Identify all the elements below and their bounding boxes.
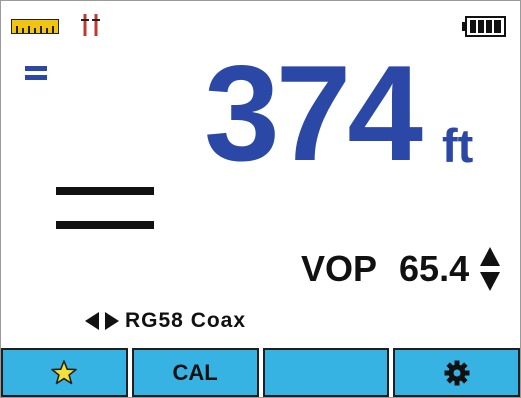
- cal-softkey[interactable]: CAL: [131, 348, 259, 397]
- softkey-bar: CAL: [1, 348, 520, 397]
- battery-full-icon: [462, 16, 506, 37]
- ruler-icon: [11, 19, 59, 34]
- gear-icon: [444, 360, 470, 385]
- cal-softkey-label: CAL: [172, 359, 218, 385]
- up-down-arrows-icon[interactable]: [479, 247, 501, 291]
- vop-label: VOP: [301, 248, 378, 289]
- equals-indicator-icon: [25, 66, 47, 80]
- settings-softkey[interactable]: [393, 348, 520, 397]
- star-icon: [51, 359, 78, 384]
- favorites-softkey[interactable]: [1, 348, 128, 397]
- cable-type-label: RG58 Coax: [125, 309, 247, 332]
- left-right-arrows-icon[interactable]: [85, 312, 119, 330]
- device-screen: 374 ft VOP 65.4 RG58 Coax CAL: [0, 0, 521, 398]
- test-leads-icon: [81, 14, 100, 36]
- vop-setting[interactable]: VOP 65.4: [301, 244, 501, 294]
- cable-type-selector[interactable]: RG58 Coax: [85, 304, 246, 338]
- parallel-lines-icon: [56, 187, 154, 229]
- distance-unit: ft: [442, 119, 474, 172]
- vop-value: 65.4: [399, 248, 470, 289]
- distance-reading: 374: [204, 37, 423, 189]
- blank-softkey[interactable]: [262, 348, 390, 397]
